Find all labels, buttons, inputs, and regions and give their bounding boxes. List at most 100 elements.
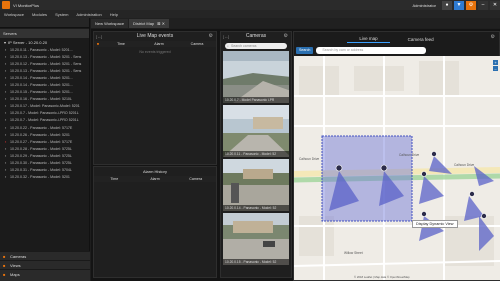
camera-tree-item[interactable]: ▪ 10.20.0.11 - Panasonic - Model: 5201... — [0, 46, 89, 53]
camera-tree-label: 10.20.0.32 - Panasonic - Model: 5201 — [10, 175, 70, 180]
tab-close-icon[interactable]: ⊠ ✕ — [157, 21, 165, 26]
expand-icon[interactable]: ▾ — [4, 40, 6, 45]
map-canvas[interactable]: Calhoun Drive Calhoun Drive Calhoun Driv… — [293, 56, 500, 280]
map-search-input[interactable]: Search by cam or address — [316, 46, 427, 54]
tab-live-map[interactable]: Live map — [347, 35, 390, 43]
menu-workspace[interactable]: Workspace — [4, 12, 24, 17]
camera-caption: 10.20.0.7 - Model Panasonic i-PR — [223, 97, 289, 103]
menu-bar: Workspace Modules System Administration … — [0, 10, 500, 18]
camera-tree-label: 10.20.0.14 - Panasonic - Model: 5201... — [10, 75, 73, 80]
events-empty-text: No events triggered — [139, 50, 171, 54]
alarm-history-title: Alarm History — [142, 169, 167, 174]
title-bar: VI MonitorPlus Administrator ● ▼ ⚙ – ✕ — [0, 0, 500, 10]
camera-tree-label: 10.20.0.28 - Panasonic - Model: 5725L — [10, 146, 72, 151]
alarm-column-header: Time Alarm Camera — [94, 176, 216, 182]
camera-caption: 10.20.0.11 - Panasonic - Model: 52 — [223, 151, 289, 157]
camera-caption: 10.20.0.15 - Panasonic - Model: 52 — [223, 259, 289, 265]
camera-tree-label: 10.20.0.22 - Panasonic - Model: 5717E — [10, 125, 73, 130]
camera-tree-item[interactable]: ▪ 10.20.0.29 - Panasonic - Model: 5725L — [0, 152, 89, 159]
gear-icon[interactable]: ⚙ — [284, 32, 288, 41]
close-icon[interactable]: ✕ — [490, 0, 500, 10]
camera-search-input[interactable]: ⌕ Search cameras — [225, 43, 287, 49]
left-panel: Servers ▾ IP Server - 10.20.0.20 ▪ 10.20.… — [0, 18, 90, 281]
minimize-icon[interactable]: – — [478, 0, 488, 10]
left-panel-bottom: ■ Cameras ■ Views ■ Maps — [0, 251, 90, 281]
panel-expand-icon[interactable]: [↔] — [223, 32, 229, 41]
gear-icon[interactable]: ⚙ — [491, 34, 495, 40]
zoom-in-button[interactable]: + — [493, 60, 498, 65]
camera-tree-label: 10.20.0.26 - Panasonic - Model: 5201 — [10, 132, 70, 137]
street-label: Willow Street — [344, 251, 363, 255]
camera-tree-item[interactable]: ▪ 10.20.0.7 - Model: Panasonic-i-PRO 5201… — [0, 110, 89, 117]
camera-thumb[interactable]: 10.20.0.11 - Panasonic - Model: 52 — [223, 105, 289, 157]
camera-tree-label: 10.20.0.31 - Panasonic - Model: 5704L — [10, 168, 72, 173]
camera-tree-item[interactable]: ▪ 10.20.0.14 - Panasonic - Model: 5201... — [0, 81, 89, 88]
left-panel-toolbar — [0, 18, 89, 28]
cameras-panel: [↔] Cameras ⚙ ⌕ Search cameras 10.20.0.7 - … — [220, 31, 292, 278]
menu-administration[interactable]: Administration — [76, 12, 101, 17]
server-root[interactable]: ▾ IP Server - 10.20.0.20 — [0, 38, 89, 46]
camera-tree-label: 10.20.0.7 - Model: Panasonic-i-PRO 5201L — [10, 118, 79, 123]
camera-tree-item[interactable]: ▪ 10.20.0.26 - Panasonic - Model: 5201 — [0, 131, 89, 138]
display-dynamic-view-tooltip[interactable]: Display Dynamic View — [412, 220, 458, 228]
zoom-controls: + – — [493, 60, 498, 71]
map-icon: ■ — [3, 271, 6, 277]
gear-icon[interactable]: ⚙ — [209, 32, 213, 41]
camera-feed-image — [223, 51, 289, 103]
live-map-events-title: Live Map events — [136, 33, 174, 39]
camera-tree-item[interactable]: ▪ 10.20.0.27 - Panasonic - Model: 5717E — [0, 138, 89, 145]
nav-views[interactable]: ■ Views — [0, 260, 90, 269]
camera-tree-label: 10.20.0.13 - Panasonic - Model: 5201 - S… — [10, 68, 82, 73]
gear-icon[interactable]: ⚙ — [466, 0, 476, 10]
nav-maps[interactable]: ■ Maps — [0, 269, 90, 278]
search-icon: ⌕ — [227, 44, 229, 48]
camera-tree-item[interactable]: ▪ 10.20.0.22 - Panasonic - Model: 5717E — [0, 124, 89, 131]
panel-expand-icon[interactable]: [↔] — [96, 32, 102, 41]
camera-thumb[interactable]: 10.20.0.15 - Panasonic - Model: 52 — [223, 213, 289, 265]
camera-thumb[interactable]: 10.20.0.7 - Model Panasonic i-PR — [223, 51, 289, 103]
camera-thumb[interactable]: 10.20.0.14 - Panasonic - Model: 52 — [223, 159, 289, 211]
app-window: VI MonitorPlus Administrator ● ▼ ⚙ – ✕ W… — [0, 0, 500, 281]
street-label: Calhoun Drive — [399, 153, 419, 157]
camera-icon: ■ — [3, 253, 6, 259]
tab-camera-feed[interactable]: Camera feed — [396, 35, 446, 43]
camera-caption: 10.20.0.14 - Panasonic - Model: 52 — [223, 205, 289, 211]
camera-tree-label: 10.20.0.12 - Panasonic - Model: 5201 - S… — [10, 61, 82, 66]
camera-tree-label: 10.20.0.15 - Panasonic - Model: 5201... — [10, 90, 73, 95]
user-menu[interactable]: Administrator — [412, 3, 436, 8]
camera-tree-item[interactable]: ▪ 10.20.0.14 - Panasonic - Model: 5201... — [0, 74, 89, 81]
camera-tree-item[interactable]: ▪ 10.20.0.17 - Model: Panasonic-Model: 52… — [0, 103, 89, 110]
camera-tree-item[interactable]: ▪ 10.20.0.28 - Panasonic - Model: 5725L — [0, 145, 89, 152]
camera-tree-label: 10.20.0.11 - Panasonic - Model: 5201... — [10, 47, 73, 52]
menu-system[interactable]: System — [55, 12, 68, 17]
workspace: [↔] Live Map events ⚙ ■ Time Alarm Camera … — [91, 29, 500, 281]
nav-cameras[interactable]: ■ Cameras — [0, 251, 90, 260]
map-panel: Live map Camera feed ⚙ Search Search by … — [293, 31, 500, 281]
street-label: Calhoun Drive — [454, 163, 474, 167]
menu-help[interactable]: Help — [110, 12, 118, 17]
alarm-history-panel: Alarm History Time Alarm Camera — [93, 166, 217, 278]
camera-tree-item[interactable]: ▪ 10.20.0.30 - Panasonic - Model: 5725L — [0, 160, 89, 167]
app-logo — [2, 1, 10, 9]
zoom-out-button[interactable]: – — [493, 66, 498, 71]
tab-district-map[interactable]: District Map ⊠ ✕ — [129, 19, 169, 28]
camera-tree-item[interactable]: ▪ 10.20.0.12 - Panasonic - Model: 5201 - … — [0, 60, 89, 67]
camera-tree-item[interactable]: ▪ 10.20.0.15 - Panasonic - Model: 5201... — [0, 89, 89, 96]
camera-tree-item[interactable]: ▪ 10.20.0.32 - Panasonic - Model: 5201 — [0, 174, 89, 181]
select-all-checkbox[interactable]: ■ — [94, 42, 102, 46]
street-label: Calhoun Drive — [299, 157, 319, 161]
servers-label: Servers — [3, 31, 17, 36]
menu-modules[interactable]: Modules — [32, 12, 47, 17]
bell-icon[interactable]: ● — [442, 0, 452, 10]
camera-tree-item[interactable]: ▪ 10.20.0.31 - Panasonic - Model: 5704L — [0, 167, 89, 174]
camera-tree-item[interactable]: ▪ 10.20.0.13 - Panasonic - Model: 5201 - … — [0, 53, 89, 60]
camera-tree-label: 10.20.0.30 - Panasonic - Model: 5725L — [10, 161, 72, 166]
camera-tree-item[interactable]: ▪ 10.20.0.16 - Panasonic - Model: 5210L — [0, 96, 89, 103]
camera-tree-label: 10.20.0.29 - Panasonic - Model: 5725L — [10, 153, 72, 158]
camera-tree-item[interactable]: ▪ 10.20.0.7 - Model: Panasonic-i-PRO 5201… — [0, 117, 89, 124]
servers-header[interactable]: Servers — [0, 29, 89, 38]
filter-icon[interactable]: ▼ — [454, 0, 464, 10]
camera-tree-item[interactable]: ▪ 10.20.0.13 - Panasonic - Model: 5201 - … — [0, 67, 89, 74]
camera-tree-label: 10.20.0.16 - Panasonic - Model: 5210L — [10, 97, 72, 102]
tab-new-workspace[interactable]: New Workspace — [91, 19, 129, 28]
